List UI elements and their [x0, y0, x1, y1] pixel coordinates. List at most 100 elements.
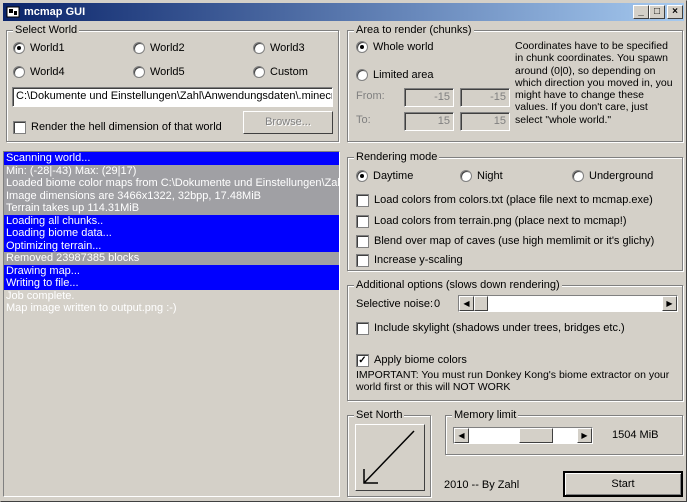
checkmark-icon: ✓: [356, 353, 369, 367]
radio-dot: [253, 42, 265, 54]
radio-world4[interactable]: World4: [13, 65, 65, 79]
radio-whole-world[interactable]: Whole world: [356, 40, 434, 54]
radio-dot: [133, 42, 145, 54]
slider-thumb[interactable]: [518, 428, 553, 443]
radio-dot: [356, 41, 368, 53]
minimize-button[interactable]: _: [633, 5, 649, 19]
noise-value: 0: [434, 298, 441, 310]
log-line: Terrain takes up 114.31MiB: [4, 202, 339, 215]
log-line: Job complete.: [6, 289, 75, 302]
checkbox-box: [356, 321, 369, 335]
log-line: Removed 23987385 blocks: [4, 252, 339, 265]
checkbox-box: [356, 214, 369, 228]
additional-options-group: Additional options (slows down rendering…: [347, 279, 683, 401]
to-x-input[interactable]: 15: [404, 112, 454, 131]
slider-left-arrow-icon[interactable]: ◀: [454, 428, 469, 443]
area-note: Coordinates have to be specified in chun…: [515, 40, 673, 126]
terrain-png-checkbox[interactable]: Load colors from terrain.png (place next…: [356, 214, 627, 228]
checkbox-box: [356, 193, 369, 207]
radio-dot: [13, 42, 25, 54]
checkbox-label: Include skylight (shadows under trees, b…: [374, 322, 625, 334]
radio-world5[interactable]: World5: [133, 65, 185, 79]
radio-label: Limited area: [373, 69, 434, 81]
radio-daytime[interactable]: Daytime: [356, 169, 413, 183]
credit-text: 2010 -- By Zahl: [444, 479, 520, 491]
from-label: From:: [356, 90, 385, 102]
memory-value: 1504 MiB: [612, 429, 659, 441]
radio-world3[interactable]: World3: [253, 41, 305, 55]
colors-txt-checkbox[interactable]: Load colors from colors.txt (place file …: [356, 193, 653, 207]
browse-button[interactable]: Browse...: [243, 111, 333, 134]
close-button[interactable]: ×: [667, 5, 683, 19]
from-x-input[interactable]: -15: [404, 88, 454, 107]
log-line: Drawing map...: [4, 264, 339, 277]
checkbox-label: Apply biome colors: [374, 354, 467, 366]
memory-slider[interactable]: ◀ ▶: [453, 427, 593, 444]
checkbox-box: [356, 253, 369, 267]
radio-world1[interactable]: World1: [13, 41, 65, 55]
checkbox-label: Blend over map of caves (use high memlim…: [374, 235, 655, 247]
radio-dot: [356, 170, 368, 182]
maximize-button[interactable]: □: [649, 5, 665, 19]
y-scaling-checkbox[interactable]: Increase y-scaling: [356, 253, 463, 267]
radio-label: Daytime: [373, 170, 414, 182]
biome-note: IMPORTANT: You must run Donkey Kong's bi…: [356, 369, 670, 393]
to-z-input[interactable]: 15: [460, 112, 510, 131]
radio-dot: [460, 170, 472, 182]
slider-right-arrow-icon[interactable]: ▶: [577, 428, 592, 443]
radio-dot: [356, 69, 368, 81]
memory-limit-group: Memory limit ◀ ▶ 1504 MiB: [445, 409, 683, 455]
log-line: Loading all chunks..: [4, 214, 339, 227]
checkbox-label: Load colors from colors.txt (place file …: [374, 194, 653, 206]
title-bar[interactable]: mcmap GUI _ □ ×: [3, 3, 684, 21]
world-path-input[interactable]: C:\Dokumente und Einstellungen\Zahl\Anwe…: [12, 87, 333, 107]
checkbox-label: Increase y-scaling: [374, 254, 463, 266]
radio-limited-area[interactable]: Limited area: [356, 68, 434, 82]
additional-options-legend: Additional options (slows down rendering…: [354, 279, 562, 291]
biome-colors-checkbox[interactable]: ✓ Apply biome colors: [356, 353, 467, 367]
hell-dimension-checkbox[interactable]: Render the hell dimension of that world: [13, 120, 222, 134]
set-north-legend: Set North: [354, 409, 405, 421]
radio-label: Whole world: [373, 41, 434, 53]
radio-label: Underground: [589, 170, 654, 182]
set-north-group: Set North: [347, 409, 431, 497]
noise-slider[interactable]: ◀ ▶: [458, 295, 678, 312]
radio-label: World1: [30, 42, 65, 54]
slider-left-arrow-icon[interactable]: ◀: [459, 296, 474, 311]
radio-world2[interactable]: World2: [133, 41, 185, 55]
log-line: Image dimensions are 3466x1322, 32bpp, 1…: [4, 189, 339, 202]
select-world-group: Select World World1 World2 World3 World4…: [6, 24, 339, 142]
rendering-mode-group: Rendering mode Daytime Night Underground…: [347, 151, 683, 271]
log-line: Map image written to output.png :-): [6, 302, 177, 314]
checkbox-label: Render the hell dimension of that world: [31, 121, 222, 133]
from-z-input[interactable]: -15: [460, 88, 510, 107]
radio-label: Night: [477, 170, 503, 182]
log-line: Scanning world...: [4, 152, 339, 165]
log-line: Loading biome data...: [4, 227, 339, 240]
memory-limit-legend: Memory limit: [452, 409, 519, 421]
skylight-checkbox[interactable]: Include skylight (shadows under trees, b…: [356, 321, 625, 335]
slider-thumb[interactable]: [474, 296, 488, 311]
start-button[interactable]: Start: [563, 471, 683, 497]
checkbox-box: [13, 120, 26, 134]
log-line: Writing to file...: [4, 277, 339, 290]
log-line: Optimizing terrain...: [4, 239, 339, 252]
radio-underground[interactable]: Underground: [572, 169, 653, 183]
set-north-button[interactable]: [355, 424, 425, 491]
radio-night[interactable]: Night: [460, 169, 503, 183]
slider-right-arrow-icon[interactable]: ▶: [662, 296, 677, 311]
radio-dot: [133, 66, 145, 78]
area-legend: Area to render (chunks): [354, 24, 474, 36]
log-panel[interactable]: Scanning world... Min: (-28|-43) Max: (29…: [3, 151, 340, 497]
app-window: mcmap GUI _ □ × Select World World1 Worl…: [0, 0, 687, 502]
radio-dot: [572, 170, 584, 182]
rendering-mode-legend: Rendering mode: [354, 151, 440, 163]
radio-label: Custom: [270, 66, 308, 78]
checkbox-box: [356, 234, 369, 248]
window-title: mcmap GUI: [24, 6, 86, 18]
blend-caves-checkbox[interactable]: Blend over map of caves (use high memlim…: [356, 234, 654, 248]
radio-label: World3: [270, 42, 305, 54]
noise-label: Selective noise:: [356, 298, 434, 310]
checkbox-label: Load colors from terrain.png (place next…: [374, 215, 627, 227]
radio-custom[interactable]: Custom: [253, 65, 308, 79]
